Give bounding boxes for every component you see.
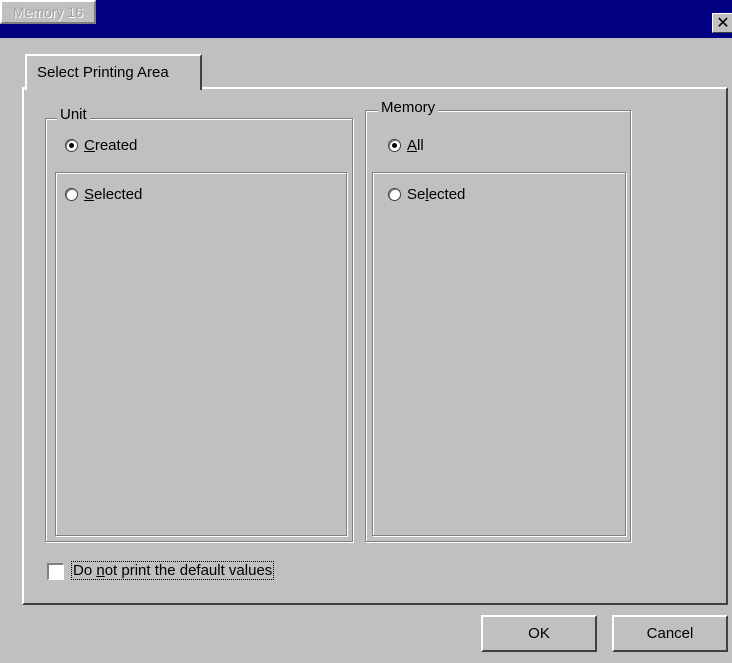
memory-group-title: Memory [378, 99, 439, 116]
memory-all-mnemonic: A [407, 137, 418, 154]
unit-created-label: Created [84, 137, 137, 154]
tab-label: Select Printing Area [37, 64, 169, 81]
tab-select-printing-area[interactable]: Select Printing Area [25, 54, 202, 90]
cancel-button[interactable]: Cancel [612, 615, 728, 652]
unit-selected-box [55, 172, 347, 536]
memory-16-button[interactable]: Memory 16 [0, 0, 96, 24]
unit-created-radio[interactable]: Created [65, 137, 137, 154]
memory-selected-label: Selected [407, 186, 465, 203]
radio-checked-icon [388, 139, 401, 152]
unit-selected-label: Selected [84, 186, 142, 203]
memory-selected-prefix: Se [407, 186, 426, 203]
ok-button[interactable]: OK [481, 615, 597, 652]
memory-all-radio[interactable]: All [388, 137, 424, 154]
default-values-label[interactable]: Do not print the default values [70, 561, 275, 580]
unit-selected-rest: elected [94, 186, 143, 203]
default-values-checkbox[interactable] [47, 563, 64, 580]
unit-created-rest: reated [94, 137, 138, 154]
title-bar: Print Area ✕ [0, 0, 732, 38]
memory-selected-box [372, 172, 626, 536]
radio-unchecked-icon [65, 188, 78, 201]
unit-created-mnemonic: C [84, 137, 95, 154]
radio-unchecked-icon [388, 188, 401, 201]
memory-selected-radio[interactable]: Selected [388, 186, 465, 203]
default-values-mnemonic: n [96, 562, 105, 579]
unit-selected-radio[interactable]: Selected [65, 186, 142, 203]
close-button[interactable]: ✕ [712, 13, 732, 33]
default-values-prefix: Do [73, 562, 97, 579]
memory-selected-rest: ected [428, 186, 466, 203]
unit-selected-mnemonic: S [84, 186, 95, 203]
close-icon: ✕ [716, 15, 730, 32]
memory-all-rest: ll [417, 137, 424, 154]
memory-all-label: All [407, 137, 424, 154]
radio-checked-icon [65, 139, 78, 152]
default-values-rest: ot print the default values [104, 562, 273, 579]
unit-group-title: Unit [57, 106, 90, 123]
